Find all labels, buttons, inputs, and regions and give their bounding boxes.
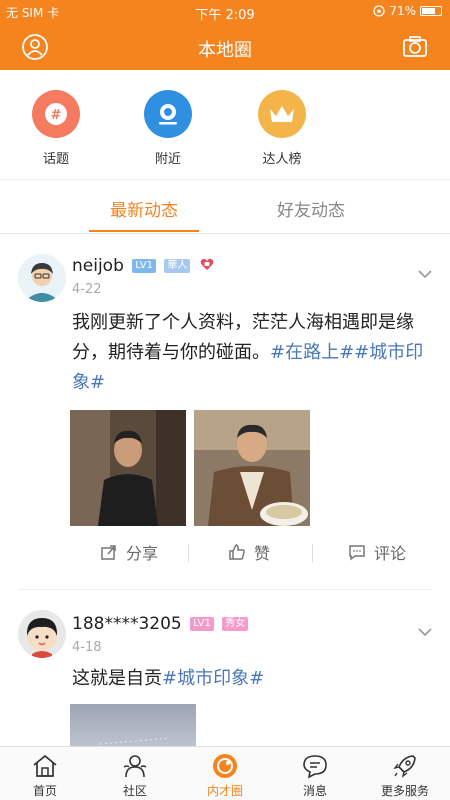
tab-messages[interactable]: 消息 <box>270 752 360 799</box>
username-text[interactable]: neijob <box>72 256 124 276</box>
quick-nearby[interactable]: 附近 <box>128 90 208 167</box>
tab-more-services[interactable]: 更多服务 <box>360 752 450 799</box>
community-icon <box>90 752 180 780</box>
user-tag-badge: 秀女 <box>222 617 249 631</box>
share-label[interactable]: 分享 <box>126 540 158 564</box>
page-title: 本地圈 <box>198 40 252 61</box>
quick-ranking-label: 达人榜 <box>262 152 302 167</box>
post-text: 我刚更新了个人资料，茫茫人海相遇即是缘分，期待着与你的碰面。#在路上##城市印象… <box>72 308 432 398</box>
tab-latest[interactable]: 最新动态 <box>89 196 199 221</box>
post-username[interactable]: 188****3205 LV1 秀女 <box>72 614 249 634</box>
feed-list[interactable]: neijob LV1 華人 4-22 我刚更新了个人资料，茫茫人海相遇即是缘分，… <box>0 234 450 746</box>
post-actions: 分享 赞 评论 <box>70 540 420 570</box>
chevron-down-icon[interactable] <box>418 264 432 283</box>
post-text: 这就是自贡#城市印象# <box>72 664 432 694</box>
feed-tabs: 最新动态 好友动态 <box>0 180 450 234</box>
home-icon <box>0 752 90 780</box>
status-right: 71% <box>373 4 442 18</box>
comment-label[interactable]: 评论 <box>374 540 406 564</box>
tab-home-label: 首页 <box>32 784 57 798</box>
post-divider <box>18 589 432 590</box>
like-button[interactable]: 赞 <box>228 540 270 564</box>
post-date: 4-22 <box>72 282 102 297</box>
comment-icon <box>349 545 365 561</box>
avatar[interactable] <box>18 610 66 658</box>
username-text[interactable]: 188****3205 <box>72 614 182 634</box>
status-bar: 无 SIM 卡 下午 2:09 71% <box>0 0 450 24</box>
action-divider <box>312 544 313 562</box>
post-photo-1[interactable] <box>70 704 196 746</box>
battery-percent: 71% <box>389 4 416 18</box>
tab-messages-label: 消息 <box>302 784 327 798</box>
post-photo-2[interactable] <box>194 410 310 526</box>
quick-actions: # 话题 附近 达人榜 <box>0 70 450 180</box>
user-tag-badge: 華人 <box>164 259 191 273</box>
action-divider <box>188 544 189 562</box>
circle-icon <box>180 752 270 780</box>
post-body: 这就是自贡 <box>72 668 162 689</box>
level-badge: LV1 <box>132 259 156 273</box>
like-label[interactable]: 赞 <box>254 540 270 564</box>
share-icon <box>101 545 116 560</box>
tab-indicator <box>89 230 199 232</box>
post-username[interactable]: neijob LV1 華人 <box>72 256 214 276</box>
quick-topic[interactable]: # 话题 <box>16 90 96 167</box>
rocket-icon <box>360 752 450 780</box>
rotation-lock-icon <box>373 5 385 17</box>
tab-circle-label: 内才圈 <box>206 784 243 798</box>
level-badge: LV1 <box>190 617 214 631</box>
bottom-tab-bar: 首页 社区 内才圈 消息 更多服务 <box>0 746 450 800</box>
chevron-down-icon[interactable] <box>418 622 432 641</box>
message-icon <box>270 752 360 780</box>
comment-button[interactable]: 评论 <box>348 540 406 564</box>
quick-nearby-label: 附近 <box>154 152 181 167</box>
thumbs-up-icon <box>229 544 245 560</box>
tab-friends[interactable]: 好友动态 <box>256 196 366 221</box>
share-button[interactable]: 分享 <box>100 540 158 564</box>
tab-community-label: 社区 <box>122 784 147 798</box>
post-hashtags[interactable]: #城市印象# <box>162 668 264 689</box>
svg-text:#: # <box>51 108 62 123</box>
hash-icon: # <box>32 90 80 138</box>
tab-home[interactable]: 首页 <box>0 752 90 799</box>
tab-more-services-label: 更多服务 <box>380 784 429 798</box>
quick-ranking[interactable]: 达人榜 <box>242 90 322 167</box>
tab-community[interactable]: 社区 <box>90 752 180 799</box>
crown-icon <box>258 90 306 138</box>
post-date: 4-18 <box>72 640 102 655</box>
avatar[interactable] <box>18 254 66 302</box>
location-icon <box>144 90 192 138</box>
tab-circle[interactable]: 内才圈 <box>180 752 270 799</box>
battery-icon <box>420 6 442 16</box>
heart-badge-icon <box>200 256 214 276</box>
camera-icon[interactable] <box>402 34 428 64</box>
nav-bar: 本地圈 <box>0 24 450 70</box>
post-photo-1[interactable] <box>70 410 186 526</box>
quick-topic-label: 话题 <box>42 152 69 167</box>
